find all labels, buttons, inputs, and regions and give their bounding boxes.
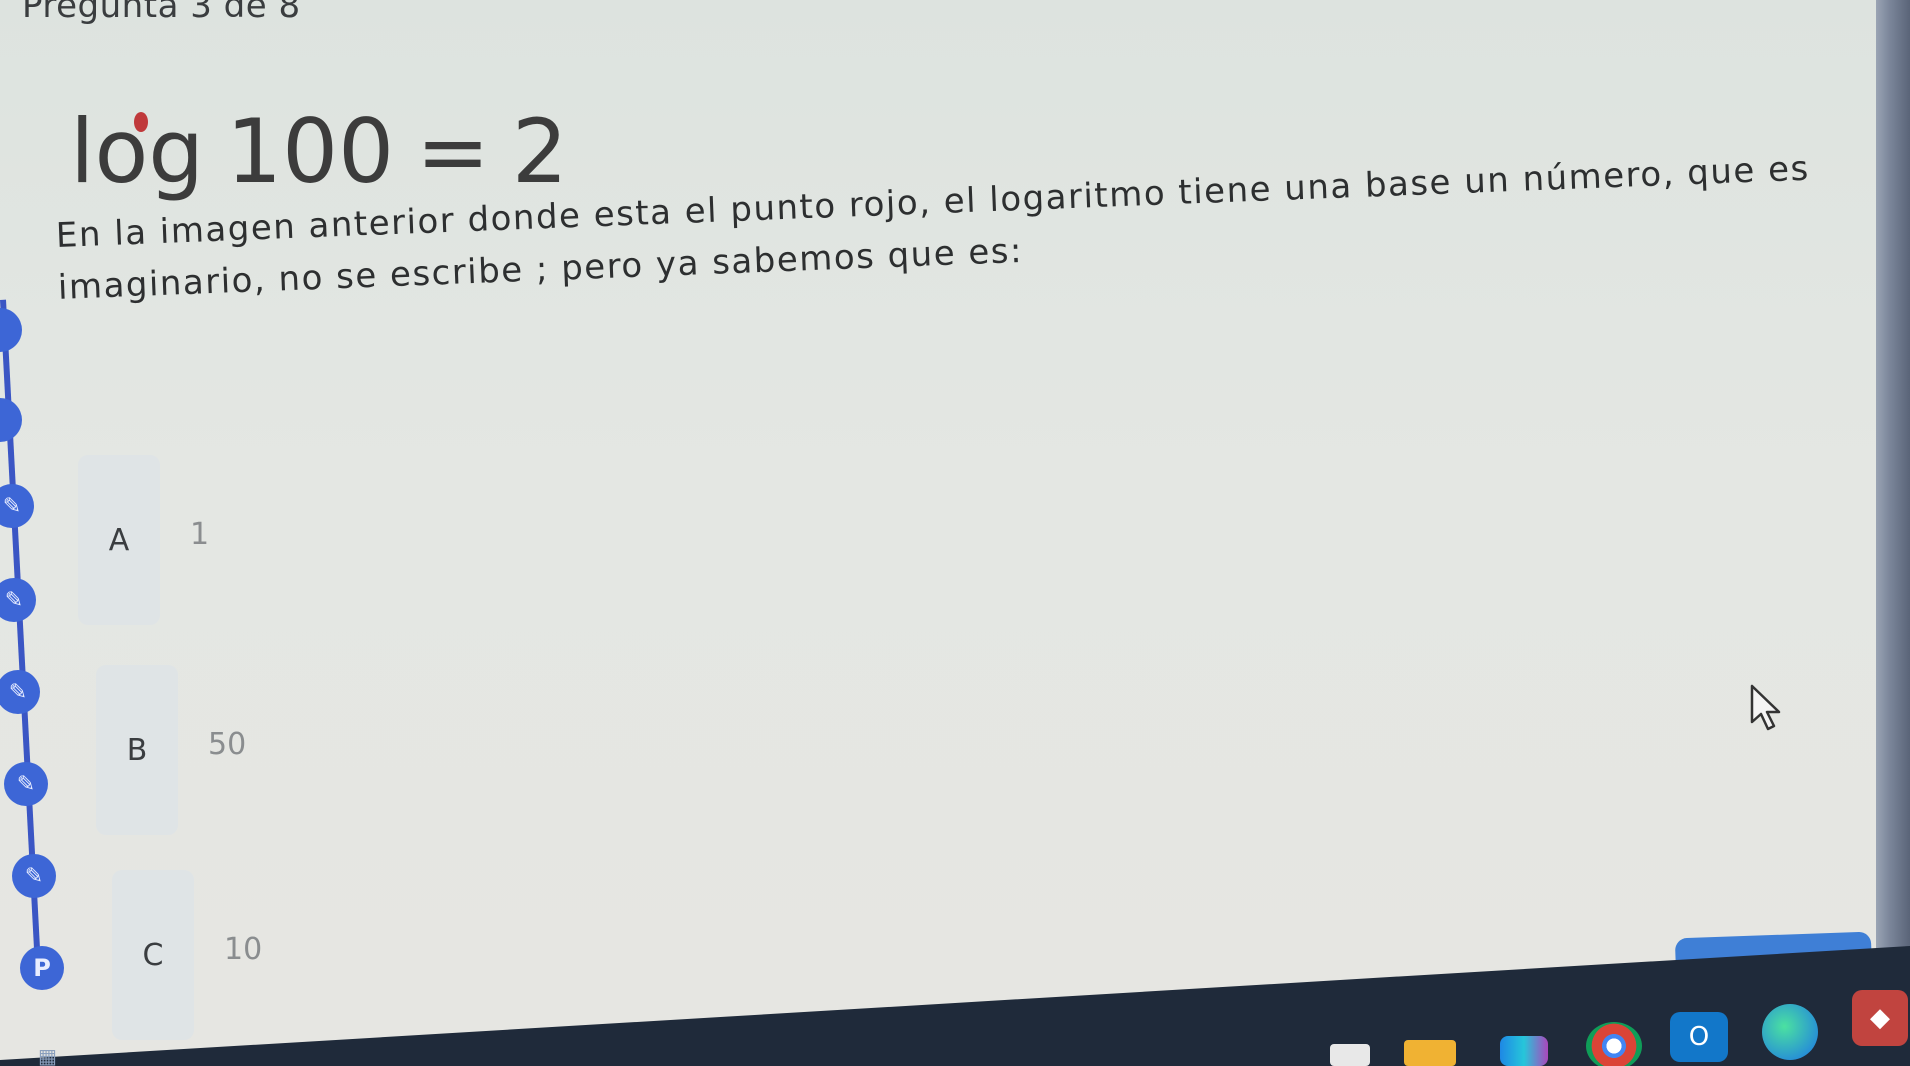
outlook-icon[interactable]: O [1670, 1012, 1728, 1062]
cursor-arrow-icon [1750, 684, 1781, 731]
option-c-letter: C [112, 870, 194, 1040]
question-counter: Pregunta 3 de 8 [22, 0, 301, 26]
step-indicator-1[interactable] [0, 308, 22, 352]
pencil-icon: ✎ [24, 863, 44, 889]
step-indicator-4[interactable]: ✎ [0, 578, 36, 622]
step-current-label: P [33, 954, 51, 982]
app-launcher-icon[interactable] [1500, 1036, 1548, 1066]
option-c[interactable]: C 10 [112, 870, 262, 1040]
option-b-value: 50 [208, 726, 247, 762]
edge-icon[interactable] [1762, 1004, 1818, 1060]
option-a-letter: A [78, 455, 160, 625]
app-icon-red[interactable]: ◆ [1852, 990, 1908, 1046]
pencil-icon: ✎ [2, 493, 22, 519]
chrome-icon[interactable] [1586, 1022, 1642, 1066]
option-a-value: 1 [190, 516, 210, 552]
step-indicator-5[interactable]: ✎ [0, 670, 40, 714]
step-indicator-7[interactable]: ✎ [12, 854, 56, 898]
window-frame-edge [1876, 0, 1910, 1066]
pencil-icon: ✎ [4, 587, 24, 613]
red-dot-marker [134, 112, 148, 132]
apps-grid-icon[interactable]: ▦ [38, 1044, 57, 1066]
step-indicator-3[interactable]: ✎ [0, 484, 34, 528]
step-indicator-current[interactable]: P [20, 946, 64, 990]
log-result: 2 [511, 100, 568, 203]
step-indicator-2[interactable] [0, 398, 22, 442]
option-a[interactable]: A 1 [78, 455, 209, 625]
files-icon[interactable] [1404, 1040, 1456, 1066]
window-thumbnail-icon[interactable] [1330, 1044, 1370, 1066]
option-c-value: 10 [224, 931, 263, 967]
pencil-icon: ✎ [8, 679, 28, 705]
option-b[interactable]: B 50 [96, 665, 246, 835]
step-indicator-6[interactable]: ✎ [4, 762, 48, 806]
equals-sign: = [416, 100, 490, 203]
pencil-icon: ✎ [16, 771, 36, 797]
option-b-letter: B [96, 665, 178, 835]
quiz-screen: Pregunta 3 de 8 log 100 = 2 En la imagen… [0, 0, 1910, 1066]
log-argument: 100 [226, 100, 395, 203]
